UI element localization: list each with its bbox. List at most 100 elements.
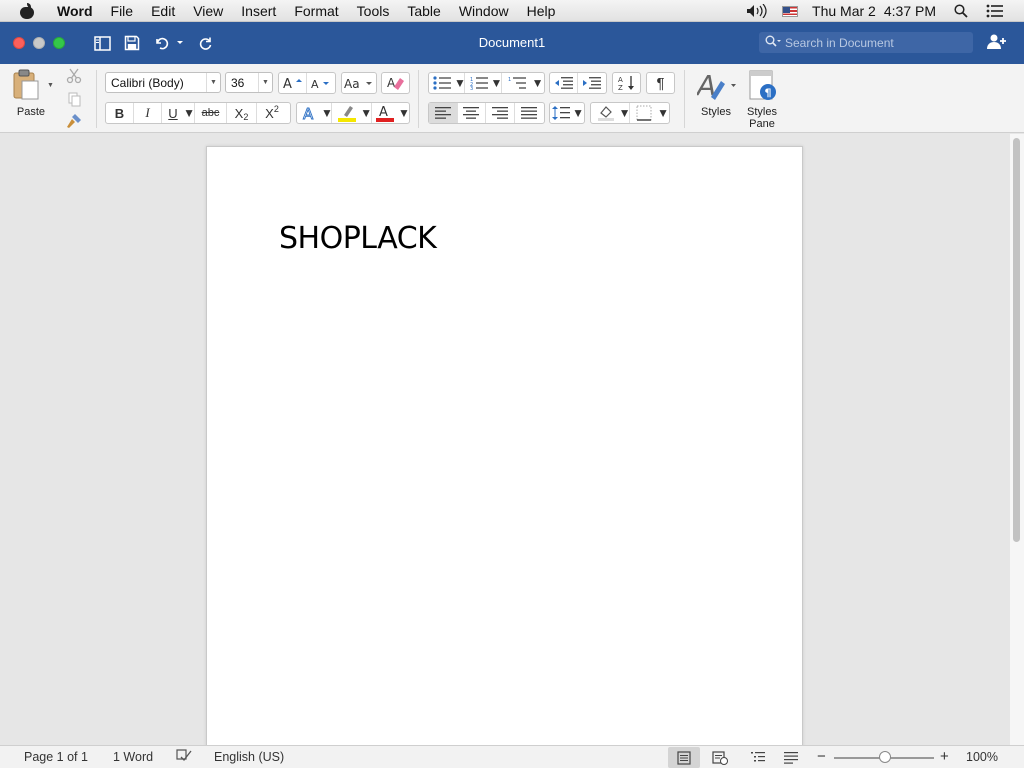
font-color-dropdown-icon[interactable]: ▼ [398, 103, 410, 123]
page-count[interactable]: Page 1 of 1 [24, 750, 88, 764]
us-flag-icon[interactable] [782, 5, 799, 17]
menu-edit[interactable]: Edit [142, 3, 184, 19]
menu-app-word[interactable]: Word [48, 3, 102, 19]
undo-icon[interactable] [152, 33, 186, 53]
show-formatting-button[interactable]: ¶ [646, 72, 675, 94]
clear-formatting-icon: A [382, 73, 409, 93]
zoom-slider-thumb[interactable] [879, 751, 891, 763]
superscript-button[interactable]: X2 [257, 103, 287, 123]
numbering-icon[interactable]: 123 [465, 73, 491, 93]
shading-dropdown-icon[interactable]: ▼ [619, 103, 630, 123]
font-name-dropdown-icon[interactable]: ▼ [206, 73, 220, 92]
notification-center-icon[interactable] [986, 4, 1004, 18]
web-layout-view-icon[interactable] [704, 747, 736, 768]
menu-table[interactable]: Table [398, 3, 449, 19]
font-color-icon[interactable]: A [372, 103, 399, 123]
italic-button[interactable]: I [134, 103, 162, 123]
underline-button[interactable]: U [162, 103, 184, 123]
cut-icon[interactable] [66, 68, 82, 89]
highlight-icon[interactable] [332, 103, 361, 123]
search-box[interactable] [759, 32, 973, 53]
apple-icon[interactable] [20, 2, 34, 19]
share-person-add-icon[interactable] [986, 32, 1008, 52]
menu-help[interactable]: Help [518, 3, 565, 19]
print-layout-view-icon[interactable] [668, 747, 700, 768]
line-spacing-button[interactable]: ▼ [549, 102, 585, 124]
menu-format[interactable]: Format [285, 3, 347, 19]
search-input[interactable] [785, 35, 965, 50]
menu-file[interactable]: File [102, 3, 143, 19]
align-center-icon[interactable] [458, 103, 487, 123]
volume-icon[interactable] [746, 4, 768, 18]
bullets-icon[interactable] [429, 73, 455, 93]
decrease-indent-icon[interactable] [550, 73, 579, 93]
font-size-dropdown-icon[interactable]: ▼ [258, 73, 272, 92]
word-count[interactable]: 1 Word [113, 750, 153, 764]
grow-font-icon[interactable]: A [279, 73, 308, 93]
menu-date[interactable]: Thu Mar 2 [812, 3, 876, 19]
bold-button[interactable]: B [106, 103, 134, 123]
language-indicator[interactable]: English (US) [214, 750, 284, 764]
outline-view-icon[interactable] [742, 747, 774, 768]
draft-view-icon[interactable] [775, 747, 807, 768]
pilcrow-icon: ¶ [656, 74, 665, 92]
menu-view[interactable]: View [184, 3, 232, 19]
ribbon-separator [418, 70, 419, 128]
increase-indent-icon[interactable] [578, 73, 606, 93]
format-painter-icon[interactable] [66, 113, 82, 134]
sidebar-toggle-icon[interactable] [92, 33, 112, 53]
text-effects-dropdown-icon[interactable]: ▼ [321, 103, 333, 123]
redo-icon[interactable] [196, 33, 216, 53]
document-body-text[interactable]: SHOPLACK [279, 221, 437, 256]
save-icon[interactable] [122, 33, 142, 53]
multilevel-dropdown-icon[interactable]: ▼ [531, 73, 544, 93]
window-minimize-button[interactable] [33, 37, 45, 49]
font-size-combo[interactable]: 36 ▼ [225, 72, 273, 93]
multilevel-list-icon[interactable]: 1 [502, 73, 531, 93]
copy-icon[interactable] [66, 91, 82, 112]
svg-text:3: 3 [470, 86, 473, 90]
font-name-combo[interactable]: Calibri (Body) ▼ [105, 72, 221, 93]
align-left-icon[interactable] [429, 103, 458, 123]
menu-insert[interactable]: Insert [232, 3, 285, 19]
underline-dropdown-icon[interactable]: ▼ [183, 103, 195, 123]
proofing-icon[interactable] [176, 749, 192, 766]
justify-icon[interactable] [515, 103, 544, 123]
bullets-dropdown-icon[interactable]: ▼ [454, 73, 466, 93]
menu-extras: Thu Mar 2 4:37 PM [732, 0, 1024, 22]
window-close-button[interactable] [13, 37, 25, 49]
text-effects-icon[interactable]: A [297, 103, 322, 123]
subscript-button[interactable]: X2 [227, 103, 257, 123]
strikethrough-button[interactable]: abc [195, 103, 227, 123]
numbering-dropdown-icon[interactable]: ▼ [490, 73, 502, 93]
svg-text:Aa: Aa [344, 77, 360, 90]
document-page[interactable]: SHOPLACK [206, 146, 803, 766]
highlight-dropdown-icon[interactable]: ▼ [360, 103, 372, 123]
zoom-in-icon[interactable]: + [940, 748, 949, 765]
svg-text:A: A [387, 76, 396, 90]
scrollbar-thumb[interactable] [1013, 138, 1020, 542]
borders-icon[interactable] [630, 103, 657, 123]
menu-tools[interactable]: Tools [348, 3, 399, 19]
svg-text:A: A [379, 105, 388, 120]
zoom-level[interactable]: 100% [966, 750, 998, 764]
menu-window[interactable]: Window [450, 3, 518, 19]
align-right-icon[interactable] [486, 103, 515, 123]
clear-formatting-button[interactable]: A [381, 72, 410, 94]
window-zoom-button[interactable] [53, 37, 65, 49]
styles-gallery-button[interactable]: A [695, 69, 737, 102]
paste-button[interactable] [12, 69, 42, 101]
sort-button[interactable]: AZ [612, 72, 641, 94]
menu-time[interactable]: 4:37 PM [884, 3, 936, 19]
paste-dropdown-icon[interactable]: ▼ [47, 82, 54, 89]
spotlight-search-icon[interactable] [954, 4, 968, 18]
change-case-button[interactable]: Aa [341, 72, 377, 94]
subscript-label: X [234, 105, 244, 121]
styles-pane-icon[interactable]: ¶ [748, 70, 778, 102]
shrink-font-icon[interactable]: A [307, 73, 335, 93]
zoom-out-icon[interactable]: − [817, 748, 826, 765]
borders-dropdown-icon[interactable]: ▼ [657, 103, 669, 123]
menu-bar: Word File Edit View Insert Format Tools … [0, 0, 1024, 22]
vertical-scrollbar[interactable] [1010, 134, 1024, 745]
shading-icon[interactable] [591, 103, 620, 123]
